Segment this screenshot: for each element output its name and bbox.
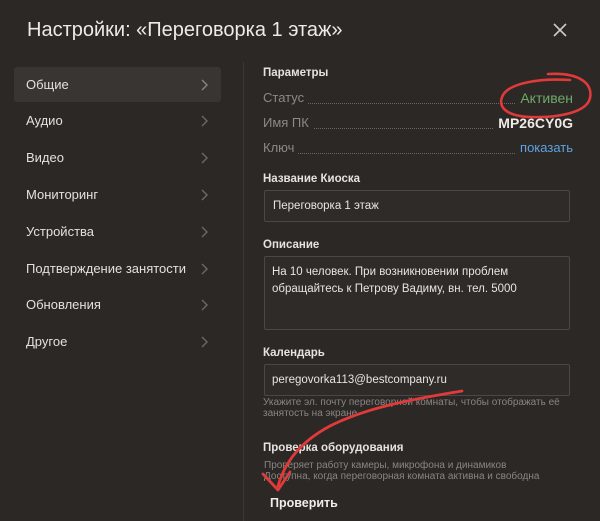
calendar-help-line: Укажите эл. почту переговорной комнаты, … — [263, 397, 560, 408]
status-row: Статус Активен — [263, 90, 573, 108]
pc-name-row: Имя ПК MP26CY0G — [263, 115, 573, 133]
status-value: Активен — [516, 90, 573, 106]
calendar-title: Календарь — [263, 347, 325, 359]
settings-content: Параметры Статус Активен Имя ПК MP26CY0G… — [244, 62, 600, 521]
show-key-link[interactable]: показать — [516, 140, 573, 155]
chevron-right-icon — [201, 189, 208, 201]
sidebar-item-video[interactable]: Видео — [14, 140, 221, 175]
kiosk-name-input[interactable]: Переговорка 1 этаж — [264, 190, 570, 222]
calendar-email-input[interactable]: peregovorka113@bestcompany.ru — [264, 364, 570, 396]
chevron-right-icon — [201, 79, 208, 91]
description-line: обращайтесь к Петрову Вадиму, вн. тел. 5… — [272, 283, 517, 295]
params-title: Параметры — [263, 67, 329, 79]
equipment-check-title: Проверка оборудования — [263, 442, 404, 454]
description-line: На 10 человек. При возникновении проблем — [272, 266, 509, 278]
sidebar-item-label: Мониторинг — [26, 187, 99, 202]
check-equipment-button[interactable]: Проверить — [270, 496, 338, 510]
equipment-desc-line: Доступна, когда переговорная комната акт… — [264, 471, 540, 482]
sidebar-item-label: Аудио — [26, 113, 63, 128]
sidebar-item-audio[interactable]: Аудио — [14, 103, 221, 138]
key-label: Ключ — [263, 140, 299, 155]
calendar-help-text: Укажите эл. почту переговорной комнаты, … — [263, 397, 560, 419]
pc-name-label: Имя ПК — [263, 115, 313, 130]
description-title: Описание — [263, 239, 320, 251]
sidebar-item-occupancy-confirmation[interactable]: Подтверждение занятости — [14, 251, 221, 286]
chevron-right-icon — [201, 336, 208, 348]
sidebar-item-label: Общие — [26, 77, 69, 92]
sidebar-item-label: Устройства — [26, 224, 95, 239]
sidebar-item-label: Обновления — [26, 297, 101, 312]
calendar-help-line: занятость на экране — [263, 408, 358, 419]
kiosk-name-value: Переговорка 1 этаж — [273, 200, 379, 212]
dialog-header: Настройки: «Переговорка 1 этаж» — [0, 0, 600, 62]
description-textarea[interactable]: На 10 человек. При возникновении проблем… — [264, 256, 570, 330]
chevron-right-icon — [201, 263, 208, 275]
chevron-right-icon — [201, 152, 208, 164]
sidebar-item-updates[interactable]: Обновления — [14, 287, 221, 322]
status-label: Статус — [263, 90, 309, 105]
close-icon[interactable] — [550, 20, 570, 40]
equipment-desc-line: Проверяет работу камеры, микрофона и дин… — [264, 460, 507, 471]
sidebar-item-monitoring[interactable]: Мониторинг — [14, 177, 221, 212]
calendar-email-value: peregovorka113@bestcompany.ru — [272, 374, 447, 386]
sidebar-item-devices[interactable]: Устройства — [14, 214, 221, 249]
dialog-title: Настройки: «Переговорка 1 этаж» — [27, 19, 343, 41]
kiosk-name-title: Название Киоска — [263, 173, 360, 185]
sidebar-item-other[interactable]: Другое — [14, 324, 221, 359]
equipment-check-desc: Проверяет работу камеры, микрофона и дин… — [264, 460, 539, 482]
pc-name-value: MP26CY0G — [494, 115, 573, 131]
chevron-right-icon — [201, 115, 208, 127]
sidebar-item-label: Другое — [26, 334, 68, 349]
chevron-right-icon — [201, 299, 208, 311]
sidebar-item-general[interactable]: Общие — [14, 67, 221, 102]
sidebar-item-label: Видео — [26, 150, 64, 165]
sidebar-item-label: Подтверждение занятости — [26, 261, 187, 276]
key-row: Ключ показать — [263, 140, 573, 158]
chevron-right-icon — [201, 226, 208, 238]
